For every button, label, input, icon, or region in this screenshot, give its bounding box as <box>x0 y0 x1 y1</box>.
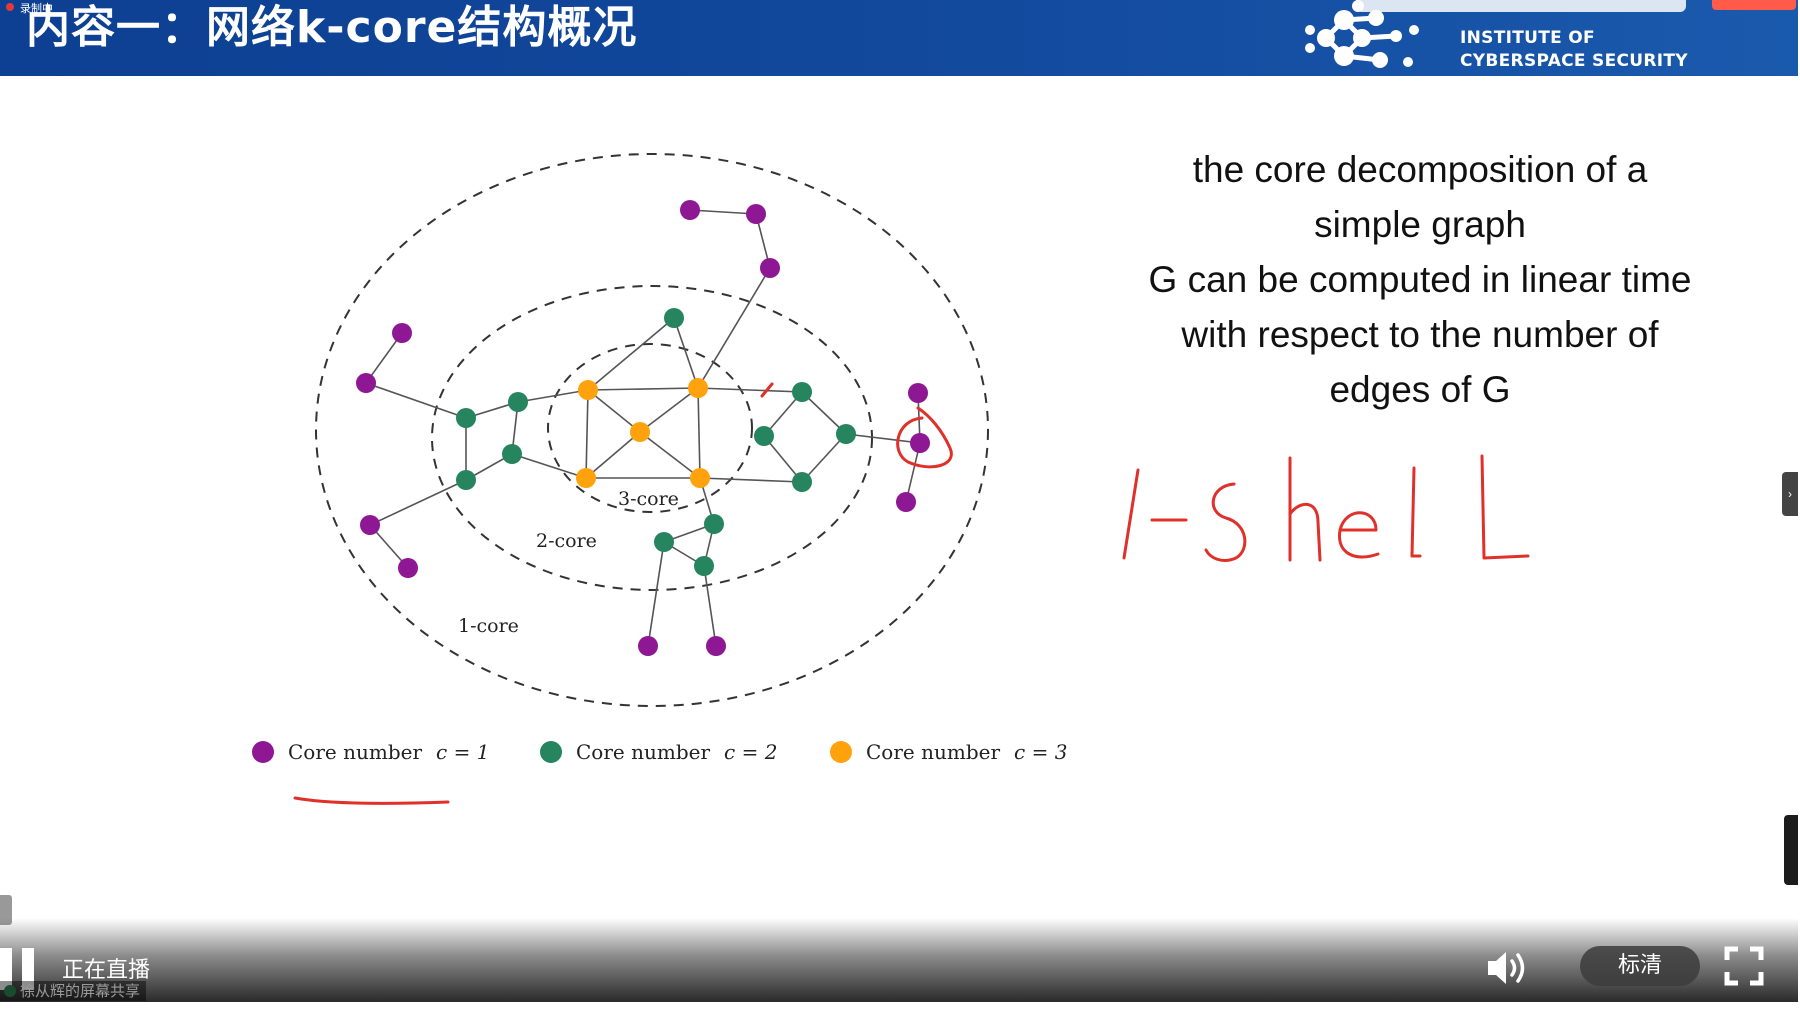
legend-item-core3: Core number c = 3 <box>830 740 1067 764</box>
core2-label: 2-core <box>536 530 597 552</box>
graph-node-core2 <box>508 392 528 412</box>
graph-node-core1 <box>638 636 658 656</box>
legend-equation: c = 1 <box>436 740 490 764</box>
ink-handwriting-l1 <box>1410 466 1422 558</box>
graph-node-core1 <box>360 515 380 535</box>
graph-edge <box>703 565 717 647</box>
ink-handwriting-s <box>1204 482 1247 562</box>
graph-node-core3 <box>578 380 598 400</box>
fullscreen-icon[interactable] <box>1724 946 1764 986</box>
graph-edge <box>517 389 589 403</box>
graph-node-core1 <box>760 258 780 278</box>
graph-node-core2 <box>836 424 856 444</box>
slide-description: the core decomposition of a simple graph… <box>1090 142 1750 417</box>
volume-icon[interactable] <box>1484 946 1530 990</box>
graph-node-core1 <box>706 636 726 656</box>
side-panel-toggle[interactable]: › <box>1782 472 1798 516</box>
quality-selector-button[interactable]: 标清 <box>1580 946 1700 986</box>
graph-node-core2 <box>456 470 476 490</box>
presentation-slide: 录制中 内容一：网络k-core结构概况 INSTITUTE OF CYBERS… <box>0 0 1798 1000</box>
side-scroll-handle[interactable] <box>1784 815 1798 885</box>
core3-label: 3-core <box>618 488 679 510</box>
institute-name-line1: INSTITUTE OF <box>1460 28 1595 48</box>
graph-edge <box>697 387 803 393</box>
legend-equation: c = 2 <box>724 740 778 764</box>
graph-node-core3 <box>576 468 596 488</box>
graph-node-core1 <box>896 492 916 512</box>
graph-node-core2 <box>792 382 812 402</box>
graph-node-core2 <box>456 408 476 428</box>
graph-edge <box>511 453 587 479</box>
graph-node-core1 <box>398 558 418 578</box>
graph-edge <box>673 317 699 389</box>
legend-text: Core number <box>866 740 1001 764</box>
legend-dot-core3 <box>830 741 852 763</box>
description-line: the core decomposition of a <box>1192 149 1648 190</box>
live-status-label: 正在直播 <box>62 958 151 983</box>
legend-item-core2: Core number c = 2 <box>540 740 777 764</box>
ink-handwriting-l2 <box>1480 454 1530 560</box>
ink-handwriting-1 <box>1122 468 1140 560</box>
graph-edge <box>699 477 803 483</box>
graph-node-core2 <box>654 532 674 552</box>
graph-edge <box>585 389 589 479</box>
graph-edge <box>697 387 701 479</box>
description-line: edges of G <box>1329 369 1511 410</box>
ink-handwriting-h <box>1288 456 1322 562</box>
core3-boundary <box>547 343 753 513</box>
description-line: simple graph <box>1314 204 1526 245</box>
graph-edge <box>639 431 701 479</box>
graph-node-core2 <box>792 472 812 492</box>
graph-edge <box>369 479 467 526</box>
graph-edge <box>585 431 641 479</box>
institute-logo-icon <box>1305 0 1419 68</box>
legend-dot-core2 <box>540 741 562 763</box>
legend-item-core1: Core number c = 1 <box>252 740 489 764</box>
graph-node-core2 <box>704 514 724 534</box>
ink-handwriting-e <box>1338 511 1380 559</box>
slide-title: 内容一：网络k-core结构概况 <box>26 2 638 53</box>
core2-boundary <box>431 285 873 591</box>
screen-share-label: 徐从辉的屏幕共享 <box>0 981 147 1001</box>
graph-edge <box>587 387 699 391</box>
graph-node-core3 <box>690 468 710 488</box>
graph-node-core2 <box>694 556 714 576</box>
graph-edge <box>365 382 467 419</box>
graph-edge <box>845 433 921 444</box>
graph-edge <box>639 387 699 433</box>
ink-underline <box>293 796 450 805</box>
graph-node-core1 <box>680 200 700 220</box>
graph-node-core3 <box>688 378 708 398</box>
description-line: with respect to the number of <box>1181 314 1659 355</box>
slide-header-banner: 录制中 内容一：网络k-core结构概况 INSTITUTE OF CYBERS… <box>0 0 1798 76</box>
graph-node-core2 <box>502 444 522 464</box>
graph-node-core3 <box>630 422 650 442</box>
institute-name-line2: CYBERSPACE SECURITY <box>1460 51 1688 71</box>
legend-dot-core1 <box>252 741 274 763</box>
graph-node-core2 <box>664 308 684 328</box>
graph-node-core1 <box>392 323 412 343</box>
page-bottom-margin <box>0 1002 1800 1030</box>
live-timer-badge <box>1712 0 1796 10</box>
video-viewport: 录制中 内容一：网络k-core结构概况 INSTITUTE OF CYBERS… <box>0 0 1800 1030</box>
recording-indicator-icon <box>6 3 14 11</box>
legend-equation: c = 3 <box>1014 740 1068 764</box>
legend-text: Core number <box>288 740 423 764</box>
graph-node-core1 <box>356 373 376 393</box>
graph-edge <box>587 317 675 391</box>
core1-label: 1-core <box>458 615 519 637</box>
kcore-graph-diagram: 3-core 2-core 1-core <box>315 153 989 707</box>
graph-node-core2 <box>754 426 774 446</box>
graph-edge <box>587 389 641 433</box>
legend-text: Core number <box>576 740 711 764</box>
graph-edge <box>647 541 665 647</box>
graph-node-core1 <box>746 204 766 224</box>
description-line: G can be computed in linear time <box>1148 259 1692 300</box>
graph-node-core1 <box>908 383 928 403</box>
graph-edge <box>697 267 771 389</box>
graph-node-core1 <box>910 433 930 453</box>
